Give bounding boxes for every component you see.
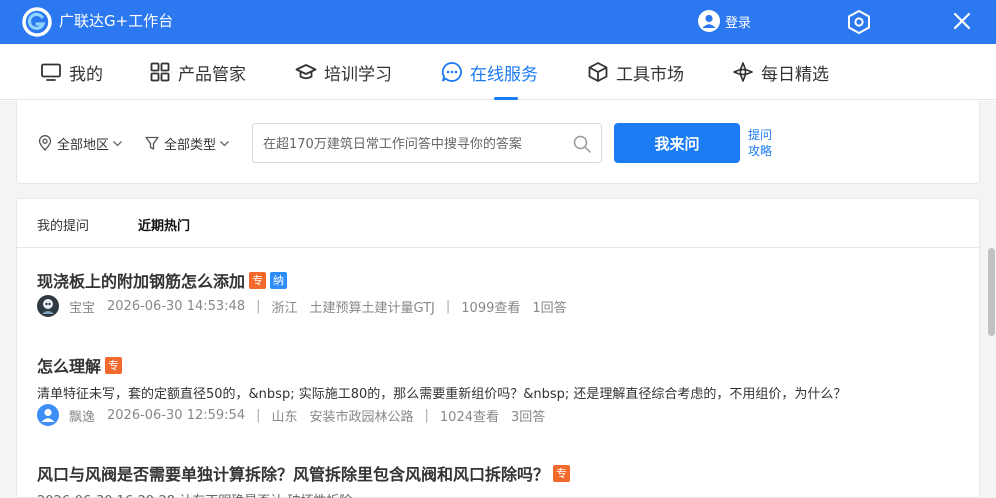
chevron-down-icon (220, 140, 229, 146)
star-badge-icon (733, 62, 753, 82)
tab-training[interactable]: 培训学习 (295, 44, 392, 100)
tab-label: 在线服务 (470, 64, 538, 85)
question-category: 安装市政园林公路 (309, 409, 414, 425)
user-avatar (37, 404, 59, 426)
ask-question-button[interactable]: 我来问 (614, 123, 740, 163)
question-category: 土建预算土建计量GTJ (309, 300, 435, 316)
chat-icon (441, 62, 462, 82)
cube-icon (588, 62, 608, 82)
tab-label: 培训学习 (324, 64, 392, 85)
question-user[interactable]: 宝宝 (69, 297, 95, 316)
login-button[interactable]: 登录 (698, 9, 751, 33)
grid-icon (150, 62, 170, 82)
graduation-cap-icon (295, 64, 317, 80)
tab-mine[interactable]: 我的 (40, 44, 103, 100)
question-description: 清单特征未写，套的定额直径50的，&nbsp; 实际施工80的，那么需要重新组价… (37, 387, 847, 402)
login-label: 登录 (725, 15, 752, 31)
tab-label: 每日精选 (761, 64, 829, 85)
subtab-recent-hot[interactable]: 近期热门 (138, 215, 190, 234)
app-logo-icon (22, 7, 52, 37)
settings-hex-icon[interactable] (846, 9, 872, 35)
question-description: 2026-06-30 16:29:28 认有不明确是否认 破坏性拆除 (37, 490, 352, 498)
search-box (252, 123, 602, 163)
tab-label: 工具市场 (616, 64, 684, 85)
expert-badge: 专 (105, 356, 123, 374)
question-time: 2026-06-30 14:53:48 (107, 298, 246, 314)
question-views: 1024查看 (439, 409, 499, 425)
question-item: 怎么理解 专 (37, 353, 123, 377)
active-tab-indicator (494, 97, 518, 100)
subtab-my-questions[interactable]: 我的提问 (37, 215, 89, 234)
user-avatar-icon (698, 10, 720, 32)
type-filter-label: 全部类型 (164, 137, 217, 153)
tab-tool-market[interactable]: 工具市场 (587, 44, 684, 100)
tab-daily-picks[interactable]: 每日精选 (732, 44, 829, 100)
meta-divider: | (256, 407, 261, 423)
question-user[interactable]: 飘逸 (69, 406, 95, 425)
meta-divider: | (445, 298, 451, 314)
region-filter-label: 全部地区 (57, 137, 110, 153)
question-views: 1099查看 (461, 300, 521, 316)
question-title[interactable]: 怎么理解 (37, 353, 101, 377)
tab-online-service[interactable]: 在线服务 (441, 44, 538, 100)
question-region: 浙江 (271, 300, 298, 316)
expert-badge: 专 (553, 464, 571, 482)
ask-guide-line1: 提问 (748, 128, 773, 142)
expert-badge: 专 (249, 271, 267, 289)
question-meta: 飘逸 2026-06-30 12:59:54 | 山东 安装市政园林公路 | 1… (37, 404, 545, 426)
chevron-down-icon (113, 140, 122, 146)
ask-guide-link[interactable]: 提问 攻略 (748, 127, 772, 159)
question-answers: 1回答 (532, 300, 567, 316)
question-title[interactable]: 风口与风阀是否需要单独计算拆除？风管拆除里包含风阀和风口拆除吗？ (37, 461, 549, 485)
question-time: 2026-06-30 12:59:54 (107, 407, 246, 423)
app-title: 广联达G+工作台 (59, 12, 174, 30)
location-pin-icon (38, 135, 52, 151)
ask-guide-line2: 攻略 (748, 144, 773, 158)
question-region: 山东 (271, 409, 298, 425)
question-meta: 宝宝 2026-06-30 14:53:48 | 浙江 土建预算土建计量GTJ … (37, 295, 567, 317)
region-filter[interactable]: 全部地区 (37, 131, 123, 155)
tab-label: 产品管家 (178, 64, 246, 85)
question-item: 风口与风阀是否需要单独计算拆除？风管拆除里包含风阀和风口拆除吗？ 专 (37, 461, 571, 485)
accepted-badge: 纳 (270, 271, 288, 289)
close-icon[interactable] (950, 9, 974, 33)
question-item: 现浇板上的附加钢筋怎么添加 专 纳 (37, 268, 288, 292)
funnel-icon (145, 136, 159, 150)
search-icon[interactable] (572, 134, 592, 154)
tab-product-manager[interactable]: 产品管家 (149, 44, 246, 100)
meta-divider: | (256, 298, 261, 314)
question-answers: 3回答 (511, 409, 546, 425)
meta-divider: | (424, 407, 429, 423)
tab-label: 我的 (69, 64, 103, 85)
question-title[interactable]: 现浇板上的附加钢筋怎么添加 (37, 268, 245, 292)
title-bar: 广联达G+工作台 登录 (0, 0, 996, 44)
search-input[interactable] (263, 133, 563, 155)
scrollbar-thumb[interactable] (988, 248, 995, 336)
user-avatar (37, 295, 59, 317)
monitor-icon (41, 63, 61, 81)
type-filter[interactable]: 全部类型 (144, 131, 230, 155)
